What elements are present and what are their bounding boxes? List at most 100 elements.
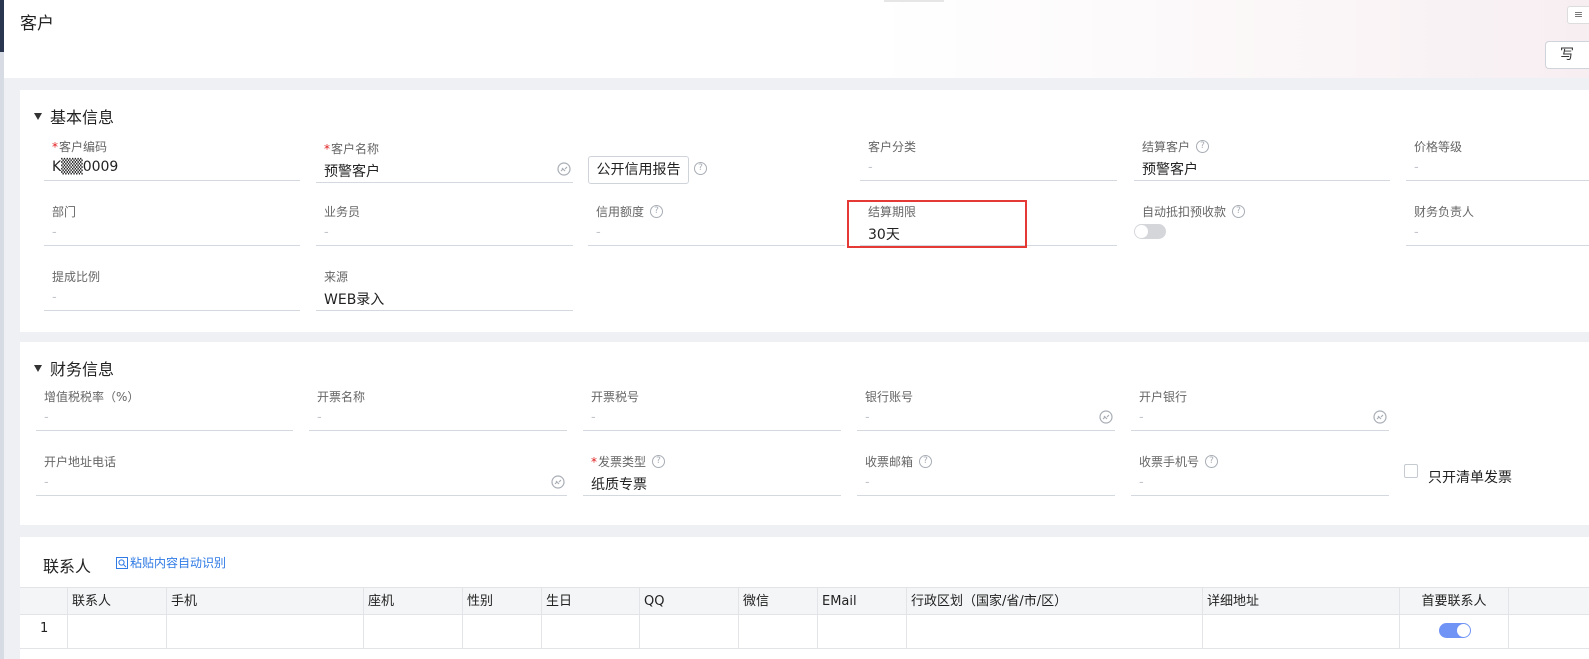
customer-name-value: 预警客户 xyxy=(324,164,380,180)
wechat-cell[interactable] xyxy=(739,615,818,648)
auto-offset-field: 自动抵扣预收款? xyxy=(1134,200,1390,246)
field-label: 来源 xyxy=(324,270,349,284)
column-header: 联系人 xyxy=(68,588,167,614)
field-label: 价格等级 xyxy=(1414,140,1463,154)
credit-limit-value: - xyxy=(596,225,601,240)
required-mark: * xyxy=(324,141,330,156)
credit-limit-field[interactable]: 信用额度? - xyxy=(588,200,845,246)
column-header: 首要联系人 xyxy=(1400,588,1509,614)
email-cell[interactable] xyxy=(818,615,907,648)
tax-number-field[interactable]: 开票税号 - xyxy=(583,385,841,431)
column-header: 座机 xyxy=(364,588,463,614)
mobile-cell[interactable] xyxy=(167,615,364,648)
link-icon[interactable] xyxy=(551,475,565,489)
invoice-email-value: - xyxy=(865,475,870,490)
help-icon[interactable]: ? xyxy=(1196,140,1210,153)
field-label: 信用额度 xyxy=(596,205,645,219)
highlight-box xyxy=(847,200,1027,248)
primary-contact-toggle[interactable] xyxy=(1439,623,1471,638)
basic-info-toggle[interactable]: 基本信息 xyxy=(34,104,114,128)
bank-value: - xyxy=(1139,410,1144,425)
field-label: 客户分类 xyxy=(868,140,917,154)
credit-report-button[interactable]: 公开信用报告 xyxy=(588,156,689,184)
invoice-type-value: 纸质专票 xyxy=(591,477,647,493)
gender-cell[interactable] xyxy=(463,615,542,648)
help-icon[interactable]: ? xyxy=(694,162,707,175)
customer-name-field[interactable]: * 客户名称 预警客户 xyxy=(316,137,573,183)
help-icon[interactable]: ? xyxy=(919,455,933,468)
link-icon[interactable] xyxy=(1373,410,1387,424)
field-label: 结算客户 xyxy=(1142,140,1191,154)
settlement-customer-field[interactable]: 结算客户? 预警客户 xyxy=(1134,135,1390,181)
bank-account-value: - xyxy=(865,410,870,425)
paste-link-label: 粘贴内容自动识别 xyxy=(130,556,227,570)
field-label: 收票邮箱 xyxy=(865,455,914,469)
commission-ratio-value: - xyxy=(52,290,57,305)
row-index: 1 xyxy=(20,615,68,648)
field-label: 开票名称 xyxy=(317,390,366,404)
index-header xyxy=(20,588,68,614)
birthday-cell[interactable] xyxy=(542,615,640,648)
link-icon[interactable] xyxy=(557,162,571,176)
settlement-customer-value: 预警客户 xyxy=(1142,162,1198,178)
field-label: 部门 xyxy=(52,205,77,219)
landline-cell[interactable] xyxy=(364,615,463,648)
section-title: 财务信息 xyxy=(50,360,115,379)
field-label: 增值税税率（%） xyxy=(44,390,140,404)
customer-code-field[interactable]: * 客户编码 K▒▒0009 xyxy=(44,135,300,181)
primary-contact-cell xyxy=(1400,615,1509,648)
source-field[interactable]: 来源 WEB录入 xyxy=(316,265,573,311)
address-phone-value: - xyxy=(44,475,49,490)
bank-account-field[interactable]: 银行账号 - xyxy=(857,385,1115,431)
required-mark: * xyxy=(52,139,58,154)
caret-down-icon xyxy=(34,112,42,120)
help-icon[interactable]: ? xyxy=(650,205,664,218)
qq-cell[interactable] xyxy=(640,615,739,648)
paste-recognize-link[interactable]: 粘贴内容自动识别 xyxy=(116,554,226,571)
region-cell[interactable] xyxy=(907,615,1203,648)
required-mark: * xyxy=(591,454,597,469)
write-button[interactable]: 写 xyxy=(1545,41,1589,69)
help-icon[interactable]: ? xyxy=(1205,455,1219,468)
section-title: 基本信息 xyxy=(50,108,115,127)
table-row: 1 xyxy=(20,615,1589,649)
field-label: 提成比例 xyxy=(52,270,101,284)
bank-field[interactable]: 开户银行 - xyxy=(1131,385,1389,431)
auto-offset-toggle[interactable] xyxy=(1134,224,1166,239)
tax-number-value: - xyxy=(591,410,596,425)
field-label: 开票税号 xyxy=(591,390,640,404)
contact-name-cell[interactable] xyxy=(68,615,167,648)
commission-ratio-field[interactable]: 提成比例 - xyxy=(44,265,300,311)
column-header-empty xyxy=(1509,588,1589,614)
finance-owner-value: - xyxy=(1414,225,1419,240)
customer-category-field[interactable]: 客户分类 - xyxy=(860,135,1117,181)
address-cell[interactable] xyxy=(1203,615,1400,648)
source-value: WEB录入 xyxy=(324,292,385,308)
finance-info-section: 财务信息 增值税税率（%） - 开票名称 - 开票税号 - 银行账号 - 开户银… xyxy=(20,342,1589,525)
department-field[interactable]: 部门 - xyxy=(44,200,300,246)
invoice-type-field[interactable]: * 发票类型? 纸质专票 xyxy=(583,450,841,496)
menu-button[interactable]: ≡ xyxy=(1567,6,1589,24)
field-label: 收票手机号 xyxy=(1139,455,1200,469)
invoice-email-field[interactable]: 收票邮箱? - xyxy=(857,450,1115,496)
field-label: 自动抵扣预收款 xyxy=(1142,205,1227,219)
only-list-invoice-checkbox[interactable] xyxy=(1404,464,1418,478)
address-phone-field[interactable]: 开户地址电话 - xyxy=(36,450,567,496)
salesperson-field[interactable]: 业务员 - xyxy=(316,200,573,246)
invoice-mobile-field[interactable]: 收票手机号? - xyxy=(1131,450,1389,496)
finance-info-toggle[interactable]: 财务信息 xyxy=(34,356,114,380)
vat-rate-field[interactable]: 增值税税率（%） - xyxy=(36,385,293,431)
help-icon[interactable]: ? xyxy=(1232,205,1246,218)
price-level-field[interactable]: 价格等级 - xyxy=(1406,135,1589,181)
finance-owner-field[interactable]: 财务负责人 - xyxy=(1406,200,1589,246)
help-icon[interactable]: ? xyxy=(652,455,666,468)
page-header: 客户 ≡ 写 xyxy=(4,0,1589,78)
link-icon[interactable] xyxy=(1099,410,1113,424)
column-header: 微信 xyxy=(739,588,818,614)
field-label: 财务负责人 xyxy=(1414,205,1475,219)
invoice-mobile-value: - xyxy=(1139,475,1144,490)
invoice-name-field[interactable]: 开票名称 - xyxy=(309,385,567,431)
field-label: 客户名称 xyxy=(331,142,380,156)
basic-info-section: 基本信息 * 客户编码 K▒▒0009 * 客户名称 预警客户 公开信用报告 ? 客… xyxy=(20,90,1589,332)
field-label: 客户编码 xyxy=(59,140,108,154)
